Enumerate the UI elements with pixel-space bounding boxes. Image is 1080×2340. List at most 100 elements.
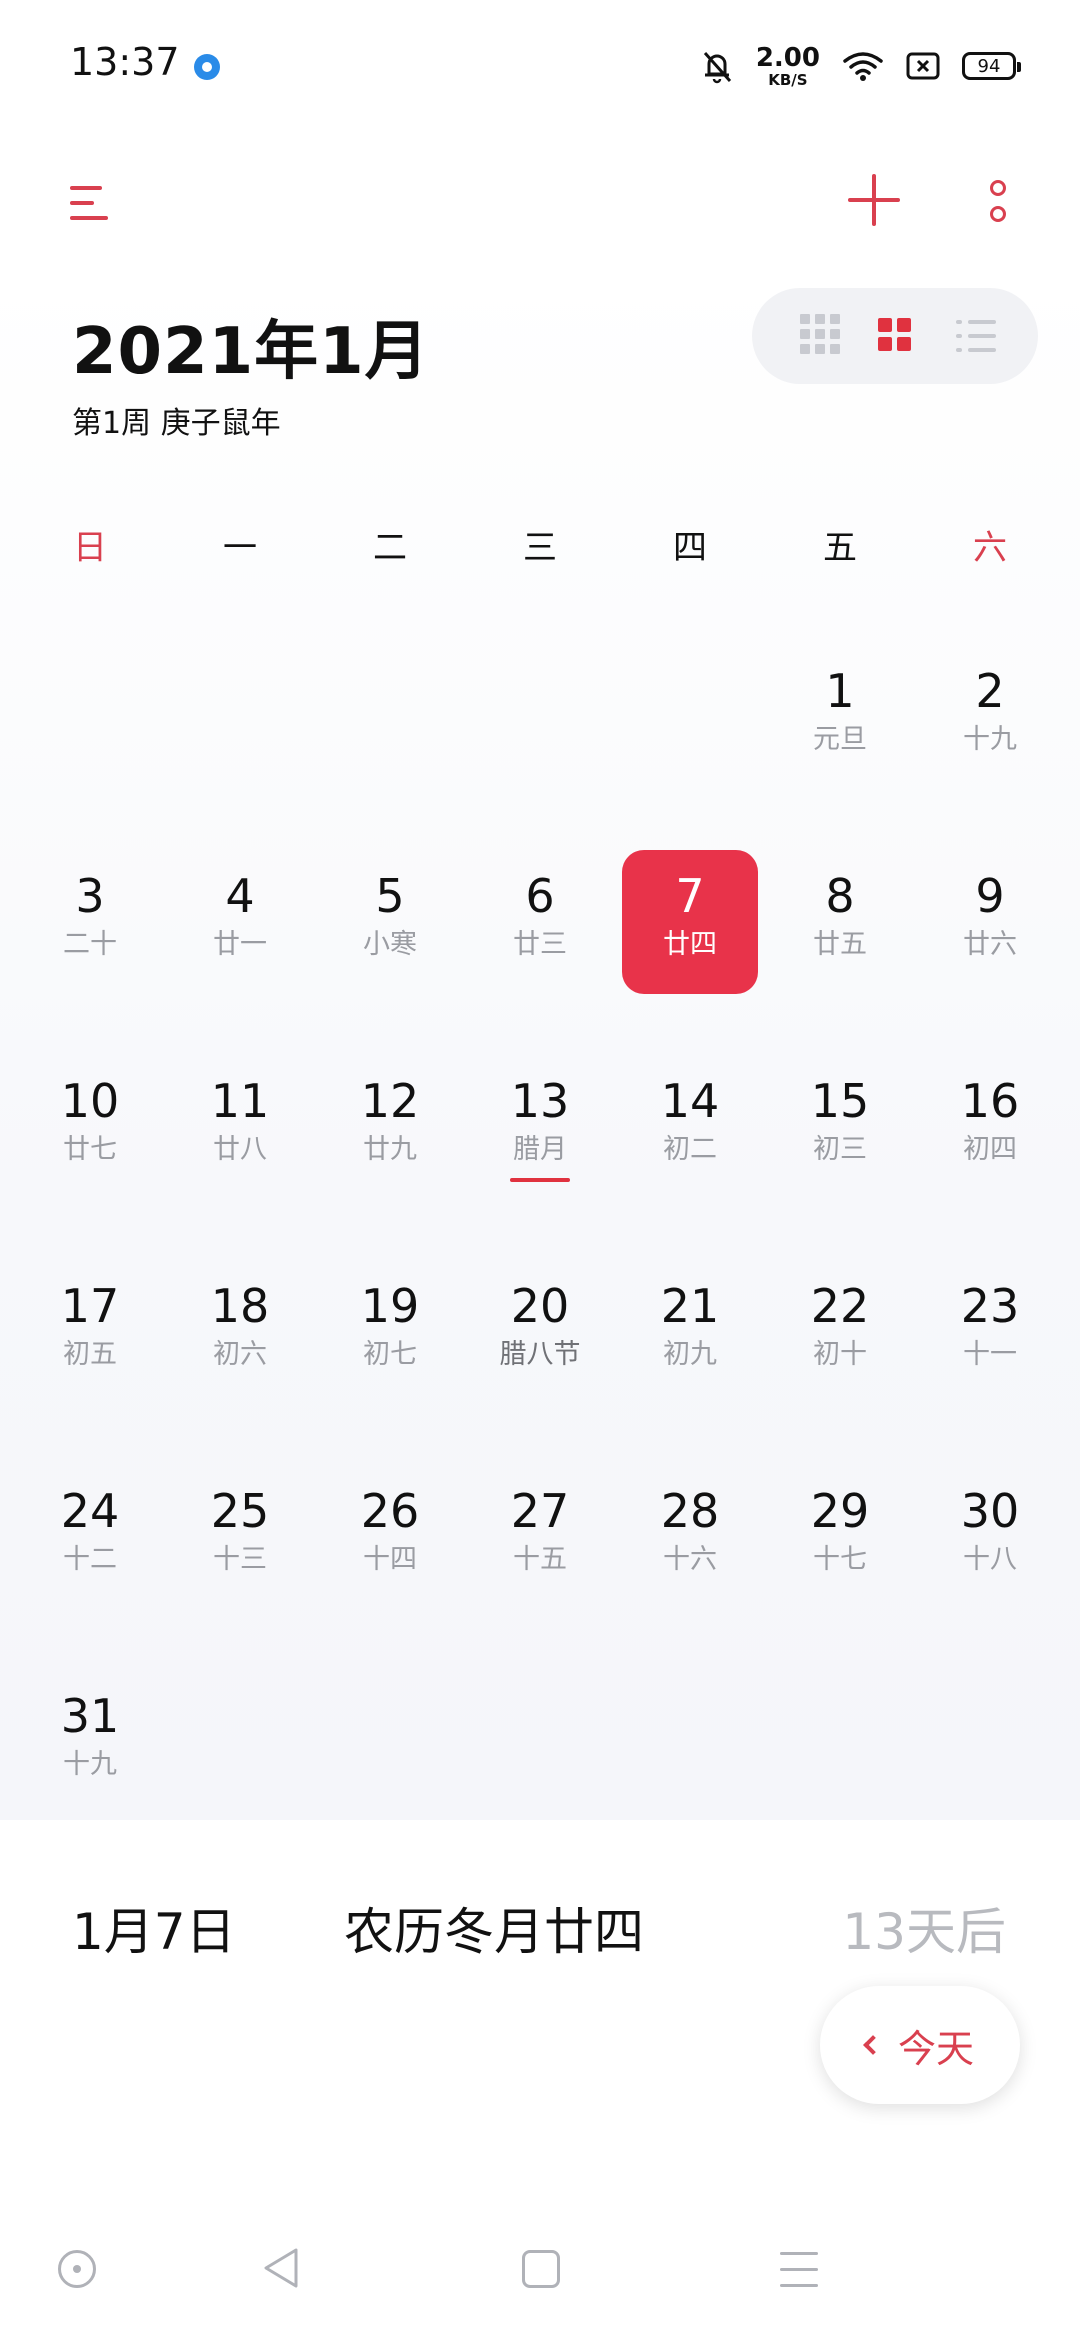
day-cell-inner: 12 廿九 bbox=[322, 1055, 458, 1199]
day-cell[interactable]: 25 十三 bbox=[165, 1465, 315, 1670]
day-number: 17 bbox=[60, 1279, 120, 1333]
day-number: 2 bbox=[975, 664, 1005, 718]
month-view-icon[interactable] bbox=[878, 318, 922, 362]
week-info: 第1周 庚子鼠年 bbox=[72, 406, 281, 441]
day-cell-inner: 18 初六 bbox=[172, 1260, 308, 1404]
day-cell[interactable]: 23 十一 bbox=[915, 1260, 1065, 1465]
day-cell[interactable]: 29 十七 bbox=[765, 1465, 915, 1670]
day-cell[interactable]: 3 二十 bbox=[15, 850, 165, 1055]
empty-day-cell bbox=[465, 645, 615, 850]
today-button-label: 今天 bbox=[897, 2026, 974, 2071]
day-cell[interactable]: 1 元旦 bbox=[765, 645, 915, 850]
list-view-icon[interactable] bbox=[956, 318, 1000, 362]
day-cell[interactable]: 20 腊八节 bbox=[465, 1260, 615, 1465]
month-title[interactable]: 2021年1月 bbox=[72, 300, 430, 392]
day-lunar-label: 腊月 bbox=[513, 1134, 567, 1165]
day-cell[interactable]: 5 小寒 bbox=[315, 850, 465, 1055]
day-cell[interactable]: 27 十五 bbox=[465, 1465, 615, 1670]
day-cell[interactable]: 4 廿一 bbox=[165, 850, 315, 1055]
sim-no-signal-icon bbox=[906, 52, 940, 80]
calendar-area: 2021年1月 第1周 庚子鼠年 日 一 二 三 四 五 六 1 元旦 2 十九 3 二十 bbox=[0, 270, 1080, 1820]
day-cell-inner: 1 元旦 bbox=[772, 645, 908, 789]
add-event-button[interactable] bbox=[848, 174, 900, 226]
weekday-header: 日 一 二 三 四 五 六 bbox=[15, 520, 1065, 580]
bell-off-icon bbox=[703, 52, 731, 84]
day-cell[interactable]: 11 廿八 bbox=[165, 1055, 315, 1260]
day-cell[interactable]: 16 初四 bbox=[915, 1055, 1065, 1260]
net-speed-value: 2.00 bbox=[755, 42, 820, 73]
day-lunar-label: 十一 bbox=[963, 1339, 1017, 1370]
day-lunar-label: 十六 bbox=[663, 1544, 717, 1575]
day-lunar-label: 十八 bbox=[963, 1544, 1017, 1575]
day-cell[interactable]: 31 十九 bbox=[15, 1670, 165, 1875]
day-cell[interactable]: 30 十八 bbox=[915, 1465, 1065, 1670]
day-cell[interactable]: 6 廿三 bbox=[465, 850, 615, 1055]
battery-icon: 94 bbox=[962, 52, 1021, 80]
day-cell[interactable]: 17 初五 bbox=[15, 1260, 165, 1465]
wifi-icon bbox=[843, 52, 883, 81]
day-lunar-label: 十九 bbox=[63, 1749, 117, 1780]
day-cell-inner: 27 十五 bbox=[472, 1465, 608, 1609]
day-number: 10 bbox=[60, 1074, 120, 1128]
day-cell-inner: 26 十四 bbox=[322, 1465, 458, 1609]
day-cell[interactable]: 8 廿五 bbox=[765, 850, 915, 1055]
status-bar: 13:37 2.00 KB/S 94 bbox=[0, 0, 1080, 130]
day-cell[interactable]: 21 初九 bbox=[615, 1260, 765, 1465]
day-cell[interactable]: 9 廿六 bbox=[915, 850, 1065, 1055]
day-cell[interactable]: 12 廿九 bbox=[315, 1055, 465, 1260]
day-cell[interactable]: 18 初六 bbox=[165, 1260, 315, 1465]
year-view-icon[interactable] bbox=[800, 314, 844, 358]
day-cell-inner: 31 十九 bbox=[22, 1670, 158, 1814]
weekday-sun: 日 bbox=[73, 528, 107, 568]
day-number: 24 bbox=[60, 1484, 120, 1538]
day-lunar-label: 廿五 bbox=[813, 929, 867, 960]
day-cell-inner: 19 初七 bbox=[322, 1260, 458, 1404]
day-number: 21 bbox=[660, 1279, 720, 1333]
nav-home-icon[interactable] bbox=[522, 2250, 560, 2288]
day-cell[interactable]: 22 初十 bbox=[765, 1260, 915, 1465]
day-number: 29 bbox=[810, 1484, 870, 1538]
nav-circle-icon[interactable] bbox=[58, 2250, 96, 2288]
day-cell-inner: 20 腊八节 bbox=[472, 1260, 608, 1404]
day-number: 12 bbox=[360, 1074, 420, 1128]
nav-menu-icon[interactable] bbox=[780, 2252, 818, 2288]
day-cell-inner: 29 十七 bbox=[772, 1465, 908, 1609]
day-cell[interactable]: 26 十四 bbox=[315, 1465, 465, 1670]
empty-day-cell bbox=[315, 645, 465, 850]
day-number: 6 bbox=[525, 869, 555, 923]
day-lunar-label: 初二 bbox=[663, 1134, 717, 1165]
day-cell[interactable]: 28 十六 bbox=[615, 1465, 765, 1670]
day-cell[interactable]: 24 十二 bbox=[15, 1465, 165, 1670]
day-number: 7 bbox=[675, 869, 705, 923]
menu-icon[interactable] bbox=[70, 182, 110, 226]
day-lunar-label: 初四 bbox=[963, 1134, 1017, 1165]
calendar-app: 13:37 2.00 KB/S 94 2021年1月 第1周 庚子鼠年 日 一 … bbox=[0, 0, 1080, 2340]
day-number: 18 bbox=[210, 1279, 270, 1333]
day-lunar-label: 初九 bbox=[663, 1339, 717, 1370]
day-cell-inner: 16 初四 bbox=[922, 1055, 1058, 1199]
net-speed-unit: KB/S bbox=[768, 70, 808, 89]
day-cell[interactable]: 19 初七 bbox=[315, 1260, 465, 1465]
nav-back-icon[interactable] bbox=[262, 2246, 300, 2290]
day-number: 30 bbox=[960, 1484, 1020, 1538]
day-cell-inner: 2 十九 bbox=[922, 645, 1058, 789]
day-cell[interactable]: 13 腊月 bbox=[465, 1055, 615, 1260]
day-cell[interactable]: 7 廿四 bbox=[615, 850, 765, 1055]
day-number: 4 bbox=[225, 869, 255, 923]
day-lunar-label: 十三 bbox=[213, 1544, 267, 1575]
day-cell[interactable]: 15 初三 bbox=[765, 1055, 915, 1260]
status-time: 13:37 bbox=[70, 40, 180, 84]
day-cell-inner: 28 十六 bbox=[622, 1465, 758, 1609]
more-icon[interactable] bbox=[988, 180, 1008, 224]
battery-level: 94 bbox=[977, 55, 1001, 77]
day-cell[interactable]: 2 十九 bbox=[915, 645, 1065, 850]
chevron-left-icon bbox=[863, 2035, 883, 2055]
selected-day-detail: 1月7日 农历冬月廿四 13天后 bbox=[0, 1880, 1080, 1970]
day-cell[interactable]: 10 廿七 bbox=[15, 1055, 165, 1260]
day-cell[interactable]: 14 初二 bbox=[615, 1055, 765, 1260]
today-button[interactable]: 今天 bbox=[820, 1986, 1020, 2104]
empty-day-cell bbox=[615, 645, 765, 850]
day-number: 19 bbox=[360, 1279, 420, 1333]
day-cell-inner: 13 腊月 bbox=[472, 1055, 608, 1199]
weekday-thu: 四 bbox=[673, 528, 707, 568]
